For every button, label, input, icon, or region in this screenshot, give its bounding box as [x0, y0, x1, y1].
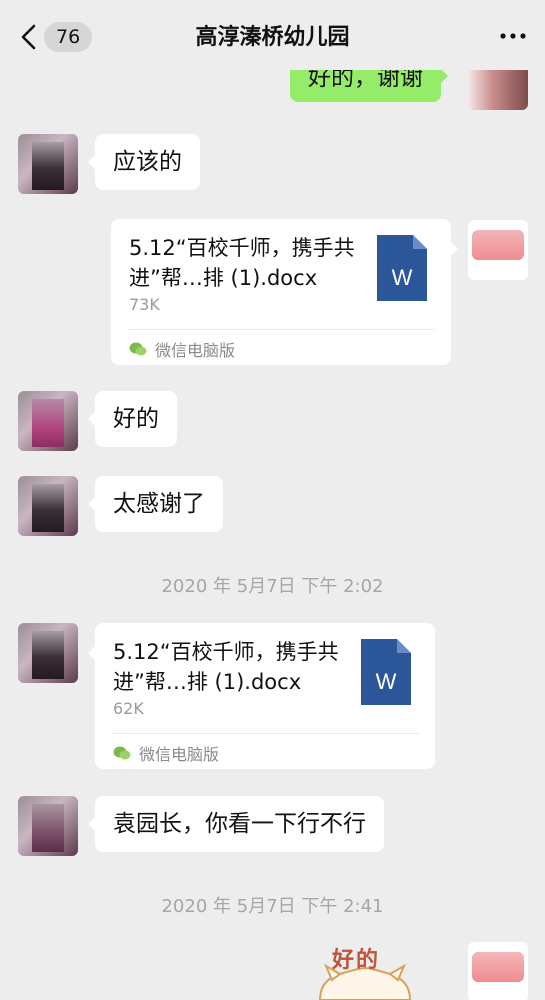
- file-message-card[interactable]: 5.12“百校千师，携手共进”帮…排 (1).docx 62K W 微信电脑版: [88, 623, 435, 769]
- received-message-bubble[interactable]: 太感谢了: [88, 476, 223, 532]
- contact-avatar[interactable]: [18, 134, 78, 194]
- wechat-icon: [129, 341, 147, 357]
- message-text: 袁园长，你看一下行不行: [113, 811, 366, 837]
- contact-avatar[interactable]: [18, 391, 78, 451]
- contact-avatar[interactable]: [18, 623, 78, 683]
- message-text: 应该的: [113, 149, 182, 175]
- word-doc-icon: W: [361, 639, 411, 705]
- file-size: 73K: [129, 295, 160, 314]
- message-timestamp: 2020 年 5月7日 下午 2:02: [161, 576, 384, 597]
- divider: [111, 733, 419, 734]
- my-avatar[interactable]: [468, 220, 528, 280]
- more-options-icon[interactable]: [497, 24, 529, 48]
- message-text: 太感谢了: [113, 491, 205, 517]
- chevron-left-icon: [18, 20, 40, 54]
- received-message-bubble[interactable]: 应该的: [88, 134, 200, 190]
- divider: [127, 329, 435, 330]
- file-name: 5.12“百校千师，携手共进”帮…排 (1).docx: [113, 640, 339, 694]
- sticker-message[interactable]: 好的: [300, 940, 430, 1000]
- file-source-label: 微信电脑版: [139, 745, 220, 764]
- sticker-text: 好的: [332, 948, 381, 973]
- word-doc-icon: W: [377, 235, 427, 301]
- chat-title: 高淳溱桥幼儿园: [195, 25, 350, 50]
- received-message-bubble[interactable]: 好的: [88, 391, 177, 447]
- svg-text:W: W: [392, 265, 413, 290]
- message-text: 好的: [113, 406, 159, 432]
- file-source-label: 微信电脑版: [155, 341, 236, 360]
- file-name: 5.12“百校千师，携手共进”帮…排 (1).docx: [129, 236, 355, 290]
- my-avatar[interactable]: [468, 942, 528, 1000]
- file-source: 微信电脑版: [129, 337, 235, 361]
- back-button[interactable]: 76: [18, 20, 93, 54]
- unread-count-badge: 76: [44, 22, 93, 52]
- contact-avatar[interactable]: [18, 476, 78, 536]
- message-timestamp: 2020 年 5月7日 下午 2:41: [161, 896, 384, 917]
- contact-avatar[interactable]: [18, 796, 78, 856]
- file-size: 62K: [113, 699, 144, 718]
- received-message-bubble[interactable]: 袁园长，你看一下行不行: [88, 796, 384, 852]
- chat-header: 76 高淳溱桥幼儿园: [0, 0, 545, 70]
- wechat-icon: [113, 745, 131, 761]
- file-message-card[interactable]: 5.12“百校千师，携手共进”帮…排 (1).docx 73K W 微信电脑版: [111, 219, 458, 365]
- file-source: 微信电脑版: [113, 741, 219, 765]
- svg-text:W: W: [376, 669, 397, 694]
